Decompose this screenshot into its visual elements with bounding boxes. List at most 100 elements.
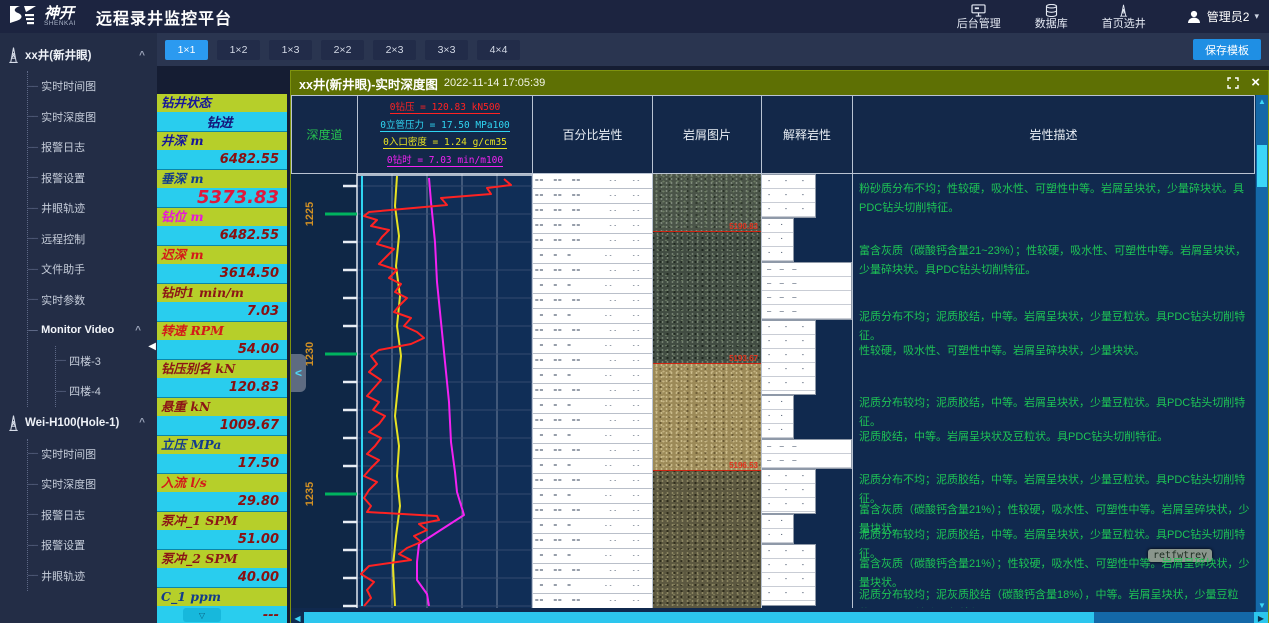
lithology-symbol-row: - - - (762, 203, 815, 217)
lithology-symbol-row: · · · (762, 396, 793, 410)
vertical-scrollbar[interactable]: ▲ ▼ (1255, 95, 1268, 612)
lithology-pattern-row: == == == -- -- -- == == == (533, 189, 652, 204)
param-钻压别名 kN: 钻压别名 kN120.83 (157, 360, 287, 398)
nav-首页选井[interactable]: 首页选井 (1102, 4, 1146, 30)
lithology-description: 粉砂质分布不均；性较硬，吸水性、可塑性中等。岩屑呈块状，少量碎块状。具PDC钻头… (859, 180, 1252, 218)
lithology-pattern-row: == == == -- -- -- == == == (533, 414, 652, 429)
curve-max: 5 (501, 137, 507, 148)
nav-数据库[interactable]: 数据库 (1035, 4, 1068, 30)
user-menu[interactable]: 管理员2 ▾ (1186, 8, 1259, 25)
sidebar-item-实时时间图[interactable]: 实时时间图 (28, 439, 157, 470)
curve-legend-钻压[interactable]: 0钻压 = 120.83 kN500 (390, 102, 501, 114)
sidebar-item-井眼轨迹[interactable]: 井眼轨迹 (28, 193, 157, 224)
layout-button-1×1[interactable]: 1×1 (165, 40, 208, 60)
param-泵冲_1 SPM: 泵冲_1 SPM51.00 (157, 512, 287, 550)
lithology-pattern-row: == == == -- -- -- == == == (533, 234, 652, 249)
top-nav: 后台管理数据库 首页选井 管理员2 ▾ (957, 4, 1259, 30)
layout-button-3×3[interactable]: 3×3 (425, 40, 468, 60)
curve-legend-入口密度[interactable]: 0入口密度 = 1.24 g/cm35 (383, 137, 507, 149)
sidebar-item-报警设置[interactable]: 报警设置 (28, 530, 157, 561)
lithology-symbol-row: - - - (762, 175, 815, 189)
well-node-xx井(新井眼)[interactable]: xx井(新井眼)^ (0, 39, 157, 71)
lithology-symbol-row: — — — (762, 454, 851, 468)
sidebar-item-报警日志[interactable]: 报警日志 (28, 500, 157, 531)
sidebar-item-Monitor Video[interactable]: Monitor Video^ (28, 315, 157, 346)
nav-label: 数据库 (1035, 18, 1068, 30)
scroll-right-icon[interactable]: ▶ (1254, 612, 1268, 623)
save-template-button[interactable]: 保存模板 (1193, 39, 1261, 60)
sidebar-item-报警日志[interactable]: 报警日志 (28, 132, 157, 163)
vertical-scroll-thumb[interactable] (1257, 145, 1267, 187)
lithology-symbol-row: · · · (762, 424, 793, 438)
brand-sub: SHENKAI (44, 20, 76, 27)
lithology-symbol-row: - - - (762, 545, 815, 559)
scroll-down-icon[interactable]: ▼ (1256, 599, 1268, 612)
layout-button-2×2[interactable]: 2×2 (321, 40, 364, 60)
sidebar-item-label: 远程控制 (41, 231, 85, 247)
param-label: 钻压别名 kN (157, 360, 287, 378)
derrick-icon (7, 46, 20, 64)
top-nav-items: 后台管理数据库 首页选井 (957, 4, 1146, 30)
panel-collapse-tab[interactable]: < (291, 354, 306, 392)
sidebar-item-实时时间图[interactable]: 实时时间图 (28, 71, 157, 102)
fullscreen-icon[interactable] (1227, 77, 1239, 89)
interpreted-lithology-block: - - -- - -- - -- - - (762, 544, 816, 606)
sidebar-item-实时深度图[interactable]: 实时深度图 (28, 102, 157, 133)
layout-button-2×3[interactable]: 2×3 (373, 40, 416, 60)
sidebar-item-实时参数[interactable]: 实时参数 (28, 285, 157, 316)
lithology-pattern-row: = = = -- -- -- = = = (533, 429, 652, 444)
derrick-icon (1116, 4, 1131, 17)
curve-legend[interactable]: 0钻压 = 120.83 kN500 0立管压力 = 17.50 MPa100 0入… (357, 95, 532, 174)
param-value-text: 3614.50 (220, 266, 279, 281)
interpreted-lithology-header: 解释岩性 (761, 95, 852, 174)
sidebar-item-文件助手[interactable]: 文件助手 (28, 254, 157, 285)
sidebar-item-label: 四楼-3 (69, 353, 101, 369)
param-value: 51.00 (157, 530, 287, 549)
param-label: 钻位 m (157, 208, 287, 226)
chevron-up-icon[interactable]: ^ (139, 417, 145, 428)
param-value: 1009.67 (157, 416, 287, 435)
chevron-up-icon[interactable]: ^ (139, 50, 145, 61)
well-node-Wei-H100(Hole-1)[interactable]: Wei-H100(Hole-1)^ (0, 407, 157, 439)
chevron-up-icon[interactable]: ^ (135, 325, 141, 336)
percent-lithology-column: == == == -- -- -- == == == == == == -- --… (532, 174, 652, 608)
layout-button-4×4[interactable]: 4×4 (477, 40, 520, 60)
lithology-symbol-row: - - - (762, 321, 815, 335)
sidebar-item-实时深度图[interactable]: 实时深度图 (28, 469, 157, 500)
interpreted-lithology-block: · · ·· · · (762, 514, 794, 544)
param-value-text: 54.00 (238, 342, 279, 357)
sidebar-item-远程控制[interactable]: 远程控制 (28, 224, 157, 255)
lithology-pattern-row: == == == -- -- -- == == == (533, 504, 652, 519)
user-name: 管理员2 (1207, 8, 1250, 25)
sidebar: xx井(新井眼)^实时时间图实时深度图报警日志报警设置井眼轨迹远程控制文件助手实… (0, 33, 157, 623)
horizontal-scroll-thumb[interactable] (304, 612, 1094, 623)
close-icon[interactable]: × (1251, 77, 1260, 89)
lithology-pattern-row: = = = -- -- -- = = = (533, 579, 652, 594)
param-label: 垂深 m (157, 170, 287, 188)
lithology-description: 泥质胶结，中等。岩屑呈块状及豆粒状。具PDC钻头切削特征。 (859, 428, 1252, 447)
layout-button-1×3[interactable]: 1×3 (269, 40, 312, 60)
sidebar-item-四楼-4[interactable]: 四楼-4 (56, 376, 157, 407)
brand-text: 神开 SHENKAI (44, 7, 76, 27)
chevron-down-icon: ▾ (1254, 11, 1259, 22)
scroll-up-icon[interactable]: ▲ (1256, 95, 1268, 108)
param-label: 泵冲_2 SPM (157, 550, 287, 568)
sidebar-item-报警设置[interactable]: 报警设置 (28, 163, 157, 194)
param-value: 29.80 (157, 492, 287, 511)
scroll-left-icon[interactable]: ◀ (291, 612, 304, 623)
lithology-pattern-row: == == == -- -- -- == == == (533, 594, 652, 608)
nav-后台管理[interactable]: 后台管理 (957, 4, 1001, 30)
sidebar-item-井眼轨迹[interactable]: 井眼轨迹 (28, 561, 157, 592)
sidebar-item-四楼-3[interactable]: 四楼-3 (56, 346, 157, 377)
horizontal-scrollbar[interactable]: ◀ ▶ (291, 612, 1268, 623)
curve-legend-立管压力[interactable]: 0立管压力 = 17.50 MPa100 (380, 120, 510, 132)
sidebar-collapse-icon[interactable]: ◀ (148, 341, 156, 352)
window-body: 深度道 0钻压 = 120.83 kN5000立管压力 = 17.50 MPa1… (291, 95, 1268, 623)
lithology-symbol-row: - - - (762, 573, 815, 587)
param-value: 120.83 (157, 378, 287, 397)
curve-legend-钻时[interactable]: 0钻时 = 7.03 min/m100 (387, 155, 503, 167)
layout-button-1×2[interactable]: 1×2 (217, 40, 260, 60)
dropdown-icon[interactable]: ▽ (183, 608, 221, 622)
param-C_1 ppm: C_1 ppm▽--- (157, 588, 287, 623)
lithology-pattern-row: == == == -- -- -- == == == (533, 474, 652, 489)
